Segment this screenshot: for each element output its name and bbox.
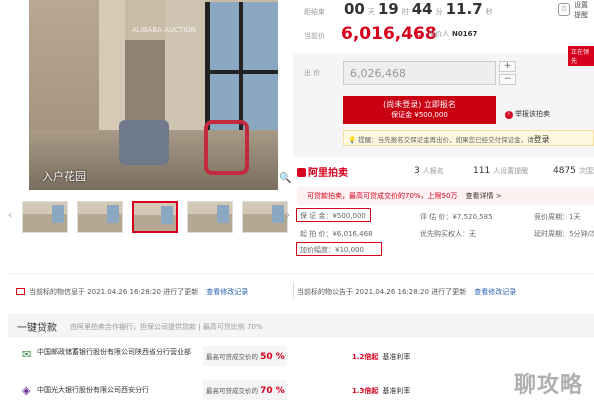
countdown-label: 距结束 [304,8,325,16]
view-count: 4875次围观 [553,166,594,176]
ali-auction-logo: 阿里拍卖 [297,164,348,179]
bid-increase-button[interactable]: + [499,61,516,72]
loan-rate: 最高可贷成交价的 70 % [203,380,287,400]
thumbnail-selected[interactable] [132,201,178,233]
delay-info: 延时周期：5分钟/次 [534,230,594,238]
thumbnail[interactable] [22,201,68,233]
thumb-prev-icon[interactable]: ‹ [8,210,12,221]
loan-float: 1.3倍起 基准利率 [352,387,411,395]
bid-label: 出 价 [304,69,321,77]
site-watermark: 聊攻略 [514,373,584,398]
login-tip: 💡 提醒：当先报名交保证金再出价，如果您已经交付保证金，请登录 [343,130,594,146]
loan-promo: 可贷款拍卖，最高可贷成交价的70%，上限50万 查看详情 > [297,187,594,205]
bid-decrease-button[interactable]: − [499,74,516,85]
notice-update-notice: 当前标的物公告于 2021.04.26 16:28:20 进行了更新 查看修改记录 [297,288,517,296]
price-unit: 元 [415,32,422,40]
alert-icon: ! [505,111,513,119]
loan-title: 一键贷款 [17,323,57,334]
bidder-id: 出价人 N0167 [428,30,478,38]
thumbnail[interactable] [187,201,233,233]
ceb-logo-icon: ◈ [22,384,31,397]
login-link[interactable]: 登录 [534,135,550,144]
photo-caption: 入户花园 [42,170,86,183]
appraise-info: 评 估 价：¥7,520,585 [420,213,493,221]
bank-name: 中国光大银行股份有限公司西安分行 [37,386,149,394]
priority-info: 优先购买权人：无 [420,230,476,238]
bid-amount-input[interactable]: 6,026,468 [343,61,496,85]
info-update-notice: 当前标的物信息于 2021.04.26 16:28:20 进行了更新 查看修改记录 [16,287,248,297]
deposit-info: 保 证 金：¥500,000 [296,208,371,222]
thumbnail[interactable] [242,201,288,233]
photo-watermark: ALIBABA AUCTION [132,26,197,34]
loan-subtitle: 由阿里拍卖合作银行，担保公司提供贷款 | 最高可贷比例 70% [70,323,263,331]
zoom-icon[interactable]: 🔍 [279,173,291,185]
psbc-logo-icon: ✉ [22,348,32,361]
cycle-info: 竞价周期：1天 [534,213,581,221]
increment-info: 加价幅度：¥10,000 [296,242,382,256]
start-price-info: 起 拍 价：¥6,016,468 [300,230,373,238]
thumbnail[interactable] [77,201,123,233]
thumb-next-icon[interactable]: › [286,210,290,221]
current-price: 6,016,468 [341,24,437,44]
register-bid-button[interactable]: (尚未登录) 立即报名 保证金 ¥500,000 [343,96,496,124]
loan-float: 1.2倍起 基准利率 [352,353,411,361]
countdown: 00 天 19 时 44 分 11.7 秒 [344,0,493,18]
speaker-icon [16,288,25,295]
reminder-count: 111 人设置提醒 [473,166,529,176]
notice-history-link[interactable]: 查看修改记录 [474,288,516,296]
promo-details-link[interactable]: 查看详情 > [465,192,501,200]
current-price-label: 当前价 [304,32,325,40]
loan-rate: 最高可贷成交价的 50 % [203,346,287,366]
clock-icon: ⏱ [558,3,570,16]
leading-badge: 正在领先 [568,46,594,66]
bank-name: 中国邮政储蓄银行股份有限公司陕西省分行营业部 [37,348,191,356]
signup-count: 3 人报名 [414,166,444,176]
info-history-link[interactable]: 查看修改记录 [206,288,248,296]
set-reminder-button[interactable]: ⏱ 设置 提醒 [548,0,594,22]
report-link[interactable]: ! 举报该拍卖 [505,109,550,119]
